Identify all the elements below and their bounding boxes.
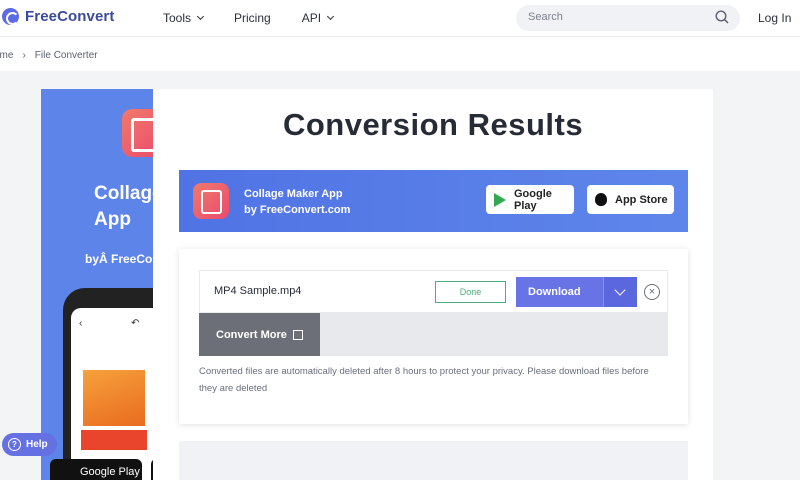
external-link-icon [292, 329, 303, 340]
search-placeholder: Search [528, 11, 563, 23]
nav-pricing[interactable]: Pricing [234, 11, 271, 25]
google-play-button[interactable]: Google Play [486, 185, 574, 214]
main-panel: Conversion Results Collage Maker App by … [153, 89, 713, 480]
freeconvert-logo-icon [2, 8, 19, 25]
ad-by: byÂ FreeConvert [85, 252, 153, 266]
logo[interactable]: FreeConvert [2, 8, 114, 25]
nav-api[interactable]: API [301, 11, 335, 25]
convert-more-label: Convert More [216, 328, 287, 341]
apple-icon [595, 193, 607, 206]
main-nav: Tools Pricing API [163, 11, 364, 25]
right-ad-area [713, 89, 800, 480]
banner-app-name: Collage Maker App [244, 188, 343, 200]
nav-api-label: API [301, 11, 322, 25]
breadcrumb: ome › File Converter [0, 50, 98, 61]
collage-app-banner[interactable]: Collage Maker App by FreeConvert.com Goo… [179, 170, 688, 232]
collage-photo [81, 430, 147, 450]
ad-title: Collage Maker App [94, 183, 153, 230]
privacy-note: Converted files are automatically delete… [199, 366, 649, 394]
app-store-button[interactable]: App Store [587, 185, 674, 214]
collage-app-icon [193, 183, 229, 219]
convert-more-row: Convert More [199, 313, 668, 356]
download-button[interactable]: Download [516, 277, 603, 307]
breadcrumb-current: File Converter [34, 50, 98, 61]
file-row: MP4 Sample.mp4 Done Download × [199, 270, 668, 313]
banner-text: Collage Maker App by FreeConvert.com [244, 186, 350, 218]
status-badge: Done [435, 281, 506, 303]
close-icon[interactable]: × [644, 284, 660, 300]
chevron-down-icon [327, 12, 335, 21]
file-name: MP4 Sample.mp4 [214, 285, 302, 297]
google-play-icon [494, 192, 506, 207]
left-ad-banner[interactable]: Collage Maker App byÂ FreeConvert ‹ ↶ Go… [41, 89, 153, 480]
nav-tools-label: Tools [163, 11, 192, 25]
app-store-label: App Store [615, 193, 668, 206]
breadcrumb-home[interactable]: ome [0, 50, 13, 61]
breadcrumb-bar: ome › File Converter [0, 36, 800, 71]
chevron-down-icon [196, 12, 205, 21]
chevron-right-icon: › [22, 50, 26, 61]
search-icon[interactable] [715, 10, 729, 24]
help-button[interactable]: ? Help [2, 433, 57, 456]
google-play-label: Google Play [514, 187, 552, 212]
lower-card [179, 441, 688, 480]
collage-photo [81, 368, 147, 428]
help-icon: ? [8, 438, 21, 451]
top-header: FreeConvert Tools Pricing API Search Log… [0, 0, 800, 36]
banner-by: by FreeConvert.com [244, 204, 351, 216]
results-card: MP4 Sample.mp4 Done Download × Convert M… [179, 249, 688, 424]
back-arrow-icon: ‹ [79, 318, 83, 329]
collage-app-icon [122, 109, 153, 157]
nav-tools[interactable]: Tools [163, 11, 205, 25]
convert-more-button[interactable]: Convert More [199, 313, 320, 356]
download-options-chevron-icon[interactable] [603, 277, 637, 307]
login-link[interactable]: Log In [758, 11, 791, 25]
logo-text: FreeConvert [25, 8, 115, 25]
nav-pricing-label: Pricing [234, 11, 271, 25]
help-label: Help [26, 439, 48, 450]
undo-icon: ↶ [131, 318, 140, 329]
search-input[interactable]: Search [516, 5, 740, 31]
ad-google-play-label: Google Play [80, 466, 140, 478]
page-title: Conversion Results [282, 107, 584, 142]
ad-google-play-button[interactable]: Google Play [50, 459, 142, 480]
